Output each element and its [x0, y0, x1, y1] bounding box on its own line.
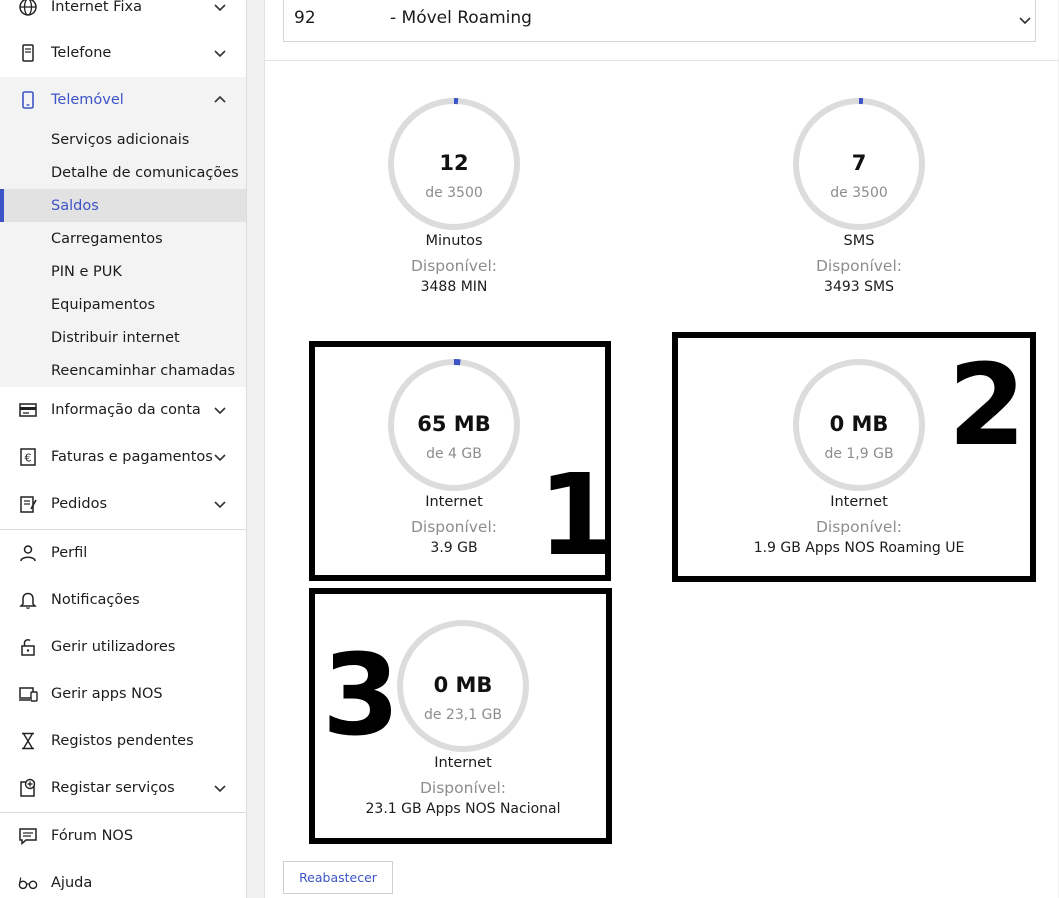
euro-icon: € — [18, 447, 38, 467]
chevron-down-icon — [214, 454, 226, 462]
balance-used: 7 — [851, 151, 867, 175]
sidebar: Internet Fixa Telefone Telemóvel Serviço… — [0, 0, 247, 898]
account-card-icon — [18, 400, 38, 420]
sidebar-item-label: Fórum NOS — [51, 828, 134, 844]
reabastecer-button[interactable]: Reabastecer — [283, 861, 393, 894]
sidebar-subitem-pin-puk[interactable]: PIN e PUK — [0, 255, 246, 288]
balance-type: SMS — [843, 233, 875, 249]
sidebar-subitem-detalhe-comunicacoes[interactable]: Detalhe de comunicações — [0, 156, 246, 189]
sidebar-item-label: Pedidos — [51, 496, 108, 512]
sidebar-item-label: Informação da conta — [51, 402, 201, 418]
chevron-up-icon — [214, 95, 226, 103]
user-icon — [18, 543, 38, 563]
chat-icon — [18, 826, 38, 846]
sidebar-item-gerir-utilizadores[interactable]: Gerir utilizadores — [0, 624, 246, 670]
devices-icon — [18, 684, 38, 704]
sidebar-subitem-equipamentos[interactable]: Equipamentos — [0, 288, 246, 321]
globe-icon — [18, 0, 38, 17]
line-name: - Móvel Roaming — [390, 8, 532, 28]
sidebar-subitem-reencaminhar-chamadas[interactable]: Reencaminhar chamadas — [0, 354, 246, 387]
chevron-down-icon — [214, 407, 226, 415]
sidebar-item-telefone[interactable]: Telefone — [0, 30, 246, 76]
sidebar-item-label: Registar serviços — [51, 780, 175, 796]
sidebar-item-internet-fixa[interactable]: Internet Fixa — [0, 0, 246, 30]
svg-text:€: € — [25, 452, 32, 465]
chevron-down-icon — [214, 501, 226, 509]
sidebar-item-label: Registos pendentes — [51, 733, 194, 749]
balance-type: Minutos — [425, 233, 483, 249]
sidebar-item-label: Faturas e pagamentos — [51, 449, 213, 465]
sidebar-item-label: Gerir apps NOS — [51, 686, 163, 702]
sidebar-item-label: Internet Fixa — [51, 0, 142, 15]
sidebar-item-label: Telefone — [51, 45, 112, 61]
balance-used: 12 — [439, 151, 469, 175]
chevron-down-icon — [214, 785, 226, 793]
glasses-icon — [18, 873, 38, 893]
sidebar-item-gerir-apps-nos[interactable]: Gerir apps NOS — [0, 671, 246, 717]
add-service-icon — [18, 778, 38, 798]
chevron-down-icon — [214, 4, 226, 12]
balance-card-minutos: 12 de 3500 Minutos Disponível: 3488 MIN — [324, 97, 584, 307]
sidebar-item-registos-pendentes[interactable]: Registos pendentes — [0, 718, 246, 764]
sidebar-subitem-carregamentos[interactable]: Carregamentos — [0, 222, 246, 255]
chevron-down-icon — [1019, 17, 1031, 25]
annotation-number-1: 1 — [538, 451, 616, 581]
lock-open-icon — [18, 637, 38, 657]
sidebar-item-label: Telemóvel — [51, 92, 124, 108]
sidebar-subitem-saldos[interactable]: Saldos — [0, 189, 246, 222]
balance-total: de 3500 — [830, 185, 888, 201]
sidebar-item-pedidos[interactable]: Pedidos — [0, 481, 246, 527]
sidebar-item-registar-servicos[interactable]: Registar serviços — [0, 765, 246, 811]
sidebar-item-label: Gerir utilizadores — [51, 639, 176, 655]
available-value: 3493 SMS — [824, 279, 894, 295]
divider — [265, 60, 1059, 61]
hourglass-icon — [18, 731, 38, 751]
sidebar-item-label: Perfil — [51, 545, 88, 561]
phone-icon — [18, 43, 38, 63]
sidebar-subitem-distribuir-internet[interactable]: Distribuir internet — [0, 321, 246, 354]
orders-icon — [18, 494, 38, 514]
balance-total: de 3500 — [425, 185, 483, 201]
available-label: Disponível: — [410, 257, 497, 275]
sidebar-item-label: Notificações — [51, 592, 140, 608]
sidebar-item-ajuda[interactable]: Ajuda — [0, 860, 246, 898]
sidebar-item-forum-nos[interactable]: Fórum NOS — [0, 813, 246, 859]
sidebar-item-perfil[interactable]: Perfil — [0, 530, 246, 576]
line-select[interactable]: 92 - Móvel Roaming — [283, 0, 1036, 42]
sidebar-item-informacao-conta[interactable]: Informação da conta — [0, 387, 246, 433]
annotation-number-3: 3 — [322, 631, 400, 761]
sidebar-item-label: Ajuda — [51, 875, 93, 891]
chevron-down-icon — [214, 50, 226, 58]
telemovel-submenu: Serviços adicionais Detalhe de comunicaç… — [0, 123, 246, 387]
sidebar-subitem-servicos-adicionais[interactable]: Serviços adicionais — [0, 123, 246, 156]
bell-icon — [18, 590, 38, 610]
annotation-number-2: 2 — [948, 341, 1026, 471]
line-number: 92 — [294, 8, 316, 28]
sidebar-item-telemovel[interactable]: Telemóvel — [0, 77, 246, 123]
sidebar-item-faturas-pagamentos[interactable]: € Faturas e pagamentos — [0, 434, 246, 480]
balance-card-sms: 7 de 3500 SMS Disponível: 3493 SMS — [729, 97, 989, 307]
available-label: Disponível: — [815, 257, 902, 275]
sidebar-item-notificacoes[interactable]: Notificações — [0, 577, 246, 623]
mobile-icon — [18, 90, 38, 110]
available-value: 3488 MIN — [420, 279, 488, 295]
